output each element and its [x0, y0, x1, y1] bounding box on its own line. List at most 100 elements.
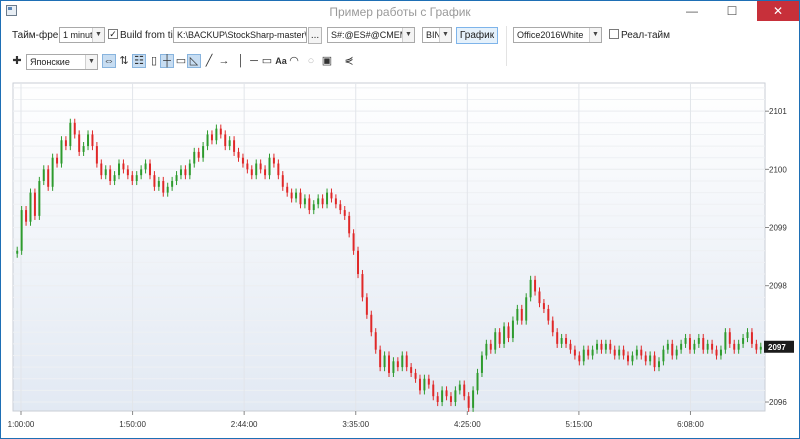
candle-body: [339, 204, 342, 211]
candle-body: [383, 355, 386, 368]
sort-icon[interactable]: ⇅: [117, 54, 131, 68]
candle-body: [64, 140, 67, 147]
candle-body: [445, 390, 448, 397]
grid-icon[interactable]: ☷: [132, 54, 146, 68]
share-icon[interactable]: ⋞: [342, 54, 356, 68]
text-icon[interactable]: Aa: [274, 54, 288, 68]
path-input[interactable]: K:\BACKUP\StockSharp-master\Samples\T: [173, 27, 307, 43]
build-from-ticks-checkbox[interactable]: ✓: [108, 29, 118, 39]
close-button[interactable]: ✕: [757, 1, 799, 21]
candle-body: [534, 279, 537, 292]
chart-button[interactable]: График: [456, 27, 498, 44]
minimize-button[interactable]: —: [675, 1, 709, 21]
candle-body: [728, 332, 731, 344]
gear-icon[interactable]: ⚙: [41, 89, 48, 98]
candle-body: [520, 308, 523, 321]
security-combo[interactable]: S#:@ES#@CMEMINI, N ▼: [327, 27, 415, 43]
crosshair-icon[interactable]: ┼: [160, 54, 174, 68]
x-tick-label: 1:00:00: [8, 420, 35, 429]
candle-body: [140, 169, 143, 176]
arrow-draw-icon[interactable]: →: [217, 54, 231, 68]
timeframe-combo[interactable]: 1 minute ▼: [59, 27, 105, 43]
theme-value: Office2016White: [517, 30, 584, 40]
crop-icon[interactable]: ◺: [187, 54, 201, 68]
candle-body: [596, 343, 599, 350]
rectangle-icon[interactable]: ▭: [260, 54, 274, 68]
candle-body: [719, 349, 722, 356]
candle-body: [299, 192, 302, 205]
chevron-down-icon: ▼: [92, 28, 104, 42]
horizontal-line-icon[interactable]: ─: [247, 54, 261, 68]
disabled-circle-icon: ○: [307, 55, 315, 67]
candle-body: [441, 390, 444, 403]
candle-body: [219, 128, 222, 135]
candle-body: [458, 384, 461, 391]
candle-body: [587, 349, 590, 356]
y-tick-label: 2096: [769, 398, 787, 407]
maximize-button[interactable]: ☐: [715, 1, 749, 21]
candle-body: [78, 134, 81, 152]
candle-style-value: Японские: [30, 57, 70, 67]
candle-body: [529, 279, 532, 298]
candle-body: [51, 157, 54, 187]
vertical-line-icon[interactable]: │: [234, 54, 248, 68]
close-icon[interactable]: ✕: [54, 89, 61, 98]
candle-body: [724, 332, 727, 350]
candle-body: [379, 349, 382, 368]
legend-low-value: 2100,5: [275, 88, 300, 98]
candle-body: [295, 192, 298, 199]
candle-body: [206, 134, 209, 147]
legend-high-label: H:: [225, 88, 235, 98]
save-icon[interactable]: ▣: [320, 54, 334, 68]
zoom-icon[interactable]: ⇔: [102, 54, 116, 68]
candle-body: [277, 163, 280, 176]
chart-toolbar: ✚ Японские ▼ ⇔ ⇅ ☷ ▯ ┼ ▭ ◺ ╱ → │ ─ ▭ Aa …: [4, 51, 794, 73]
candle-body: [516, 308, 519, 321]
theme-combo[interactable]: Office2016White ▼: [513, 27, 602, 43]
candle-body: [396, 361, 399, 368]
legend-low-label: L:: [267, 88, 276, 98]
candle-body: [414, 372, 417, 379]
candle-body: [95, 146, 98, 164]
legend-checkbox[interactable]: ✓: [26, 88, 36, 98]
candle-body: [631, 355, 634, 362]
candle-body: [246, 163, 249, 170]
candle-body: [47, 169, 50, 187]
browse-button[interactable]: ...: [308, 27, 322, 44]
candle-body: [737, 343, 740, 350]
candle-body: [622, 349, 625, 356]
candle-body: [635, 349, 638, 356]
comment-icon[interactable]: ▭: [174, 54, 188, 68]
candle-body: [20, 210, 23, 251]
candle-body: [410, 367, 413, 373]
candle-body: [210, 134, 213, 141]
candle-style-combo[interactable]: Японские ▼: [26, 54, 98, 70]
candle-body: [503, 326, 506, 344]
candle-body: [308, 198, 311, 211]
candle-body: [122, 163, 125, 170]
gauge-icon[interactable]: ◠: [287, 54, 301, 68]
candle-body: [644, 355, 647, 362]
x-tick-label: 2:44:00: [231, 420, 258, 429]
candle-body: [653, 355, 656, 368]
candle-body: [742, 338, 745, 344]
candle-body: [326, 192, 329, 205]
add-area-icon[interactable]: ✚: [10, 54, 24, 68]
plot-area: [12, 82, 766, 412]
candle-body: [374, 332, 377, 350]
y-tick-label: 2098: [769, 282, 787, 291]
line-draw-icon[interactable]: ╱: [202, 54, 216, 68]
candle-body: [697, 338, 700, 344]
candle-body: [157, 180, 160, 187]
candle-body: [565, 338, 568, 344]
realtime-checkbox[interactable]: [609, 29, 619, 39]
candle-body: [755, 343, 758, 350]
candle-body: [357, 250, 360, 275]
candle-body: [702, 338, 705, 350]
format-combo[interactable]: BIN ▼: [422, 27, 452, 43]
candle-body: [148, 163, 151, 176]
candle-body: [525, 297, 528, 321]
page-icon[interactable]: ▯: [147, 54, 161, 68]
x-tick-label: 3:35:00: [342, 420, 369, 429]
candle-body: [609, 343, 612, 350]
